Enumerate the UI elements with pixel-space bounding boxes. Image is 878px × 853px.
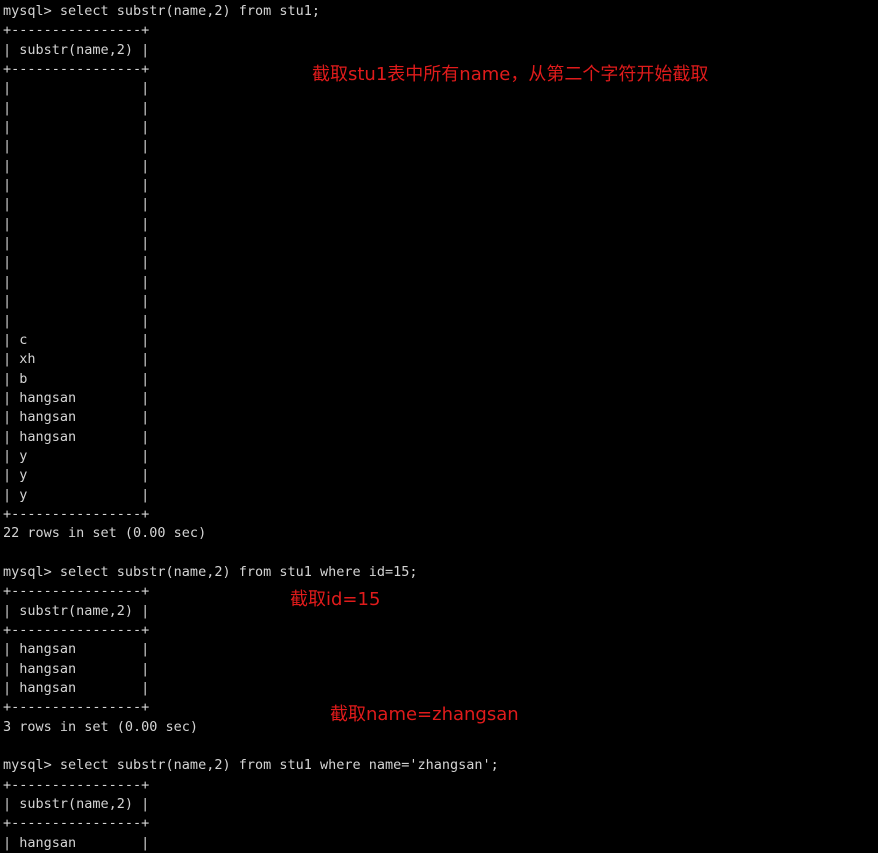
terminal-line: +----------------+ [3,22,150,39]
terminal-line: | | [3,119,150,136]
terminal-line: | | [3,254,150,271]
terminal-line: 22 rows in set (0.00 sec) [3,525,207,542]
terminal-line: | substr(name,2) | [3,796,150,813]
terminal-line: | | [3,99,150,116]
terminal-line: +----------------+ [3,815,150,832]
terminal-line: | c | [3,331,150,348]
terminal-line: | hangsan | [3,409,150,426]
terminal-line: | | [3,157,150,174]
terminal-line: mysql> select substr(name,2) from stu1; [3,3,320,19]
terminal-line: +----------------+ [3,622,150,638]
terminal-line: | substr(name,2) | [3,41,150,58]
terminal-line: +----------------+ [3,583,150,600]
terminal-line: | b | [3,370,150,387]
terminal-line: | hangsan | [3,834,150,851]
terminal-line: | | [3,293,150,310]
annotation-callout-3: 截取name=zhangsan [330,704,519,725]
annotation-callout-1: 截取stu1表中所有name，从第二个字符开始截取 [312,64,709,85]
terminal-line: | y | [3,447,150,464]
terminal-line: +----------------+ [3,505,150,522]
terminal-line: | xh | [3,351,150,368]
terminal-line: | | [3,177,150,194]
terminal-line: | substr(name,2) | [3,602,150,619]
terminal-line: | hangsan | [3,389,150,406]
terminal-line: | | [3,235,150,252]
terminal-line: | hangsan | [3,680,150,697]
terminal-line: | | [3,138,150,155]
terminal-line: | hangsan | [3,660,150,677]
terminal-line: | hangsan | [3,428,150,445]
terminal-line: | | [3,196,150,213]
annotation-callout-2: 截取id=15 [290,589,381,610]
terminal-line: | | [3,273,150,290]
terminal-line: | hangsan | [3,641,150,658]
terminal-line: +----------------+ [3,776,150,793]
terminal-line: mysql> select substr(name,2) from stu1 w… [3,563,418,580]
terminal-line: | y | [3,467,150,484]
terminal-line: | y | [3,486,150,503]
terminal-line: | | [3,215,150,232]
terminal-line: | | [3,312,150,329]
terminal-line: mysql> select substr(name,2) from stu1 w… [3,757,499,774]
